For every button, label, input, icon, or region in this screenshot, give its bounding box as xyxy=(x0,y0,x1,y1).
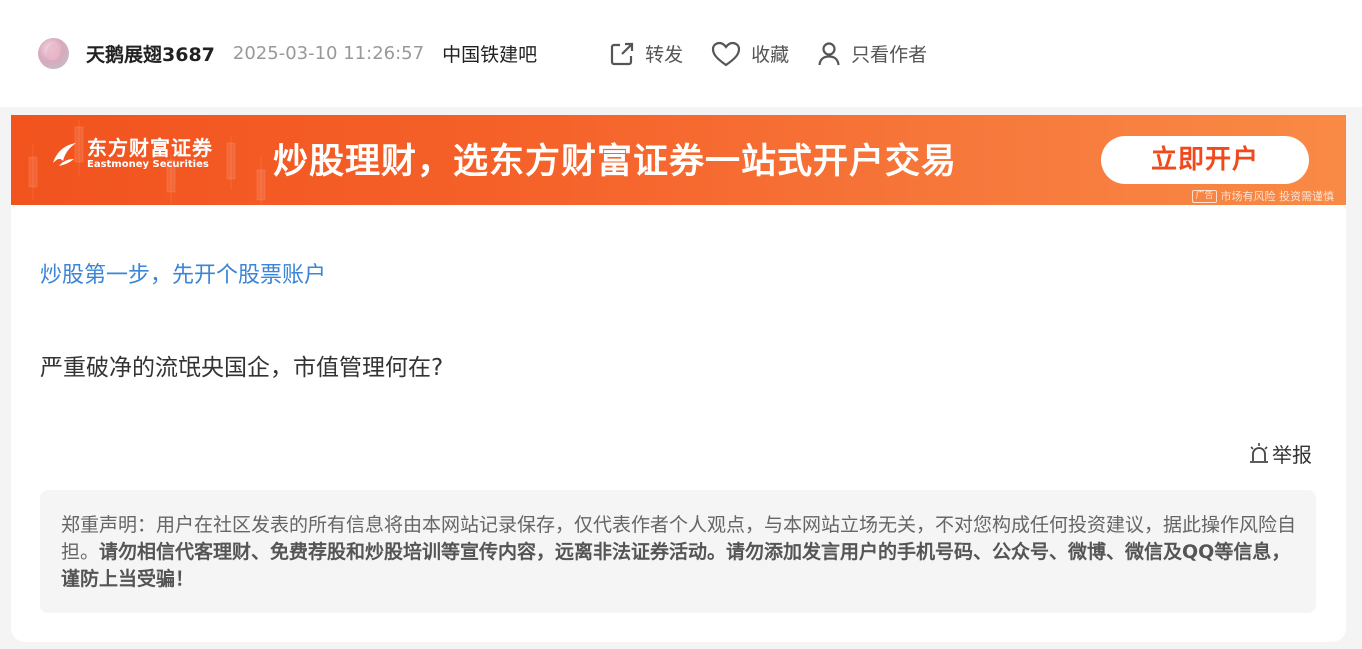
ad-title: 炒股理财，选东方财富证券一站式开户交易 xyxy=(273,142,958,182)
forum-link[interactable]: 中国铁建吧 xyxy=(442,40,537,67)
avatar[interactable] xyxy=(38,38,69,69)
post-body: 炒股第一步，先开个股票账户 严重破净的流氓央国企，市值管理何在? 举报 郑重声明… xyxy=(11,205,1346,642)
alarm-icon xyxy=(1250,442,1268,463)
eastmoney-logo: 东方财富证券 Eastmoney Securities xyxy=(49,137,213,171)
ad-risk-note: 广告 市场有风险 投资需谨慎 xyxy=(1192,188,1334,204)
post-time: 2025-03-10 11:26:57 xyxy=(232,43,425,64)
post-header: 天鹅展翅3687 2025-03-10 11:26:57 中国铁建吧 转发 收藏… xyxy=(0,0,1362,107)
report-label: 举报 xyxy=(1272,443,1312,467)
user-icon xyxy=(818,41,840,65)
heart-icon xyxy=(711,41,741,66)
ad-brand-en: Eastmoney Securities xyxy=(87,159,209,170)
disclaimer: 郑重声明：用户在社区发表的所有信息将由本网站记录保存，仅代表作者个人观点，与本网… xyxy=(40,490,1316,613)
author-only-label: 只看作者 xyxy=(851,44,928,66)
report-button[interactable]: 举报 xyxy=(1248,439,1312,468)
post-content: 严重破净的流氓央国企，市值管理何在? xyxy=(40,355,444,381)
share-button[interactable]: 转发 xyxy=(609,40,683,67)
open-account-button[interactable]: 立即开户 xyxy=(1101,136,1309,184)
share-label: 转发 xyxy=(645,44,684,66)
eastmoney-logo-icon xyxy=(53,143,76,166)
ad-brand: 东方财富证券 xyxy=(87,136,213,160)
open-account-link[interactable]: 炒股第一步，先开个股票账户 xyxy=(40,257,326,289)
favorite-button[interactable]: 收藏 xyxy=(711,40,789,67)
ad-tag: 广告 xyxy=(1192,189,1217,203)
author-only-button[interactable]: 只看作者 xyxy=(817,40,927,67)
disclaimer-warning: 请勿相信代客理财、免费荐股和炒股培训等宣传内容，远离非法证券活动。请勿添加发言用… xyxy=(61,541,1291,590)
ad-note-text: 市场有风险 投资需谨慎 xyxy=(1220,190,1335,203)
favorite-label: 收藏 xyxy=(751,44,790,66)
share-icon xyxy=(610,42,634,65)
ad-banner[interactable]: 东方财富证券 Eastmoney Securities 炒股理财，选东方财富证券… xyxy=(11,115,1346,205)
username[interactable]: 天鹅展翅3687 xyxy=(86,40,215,67)
